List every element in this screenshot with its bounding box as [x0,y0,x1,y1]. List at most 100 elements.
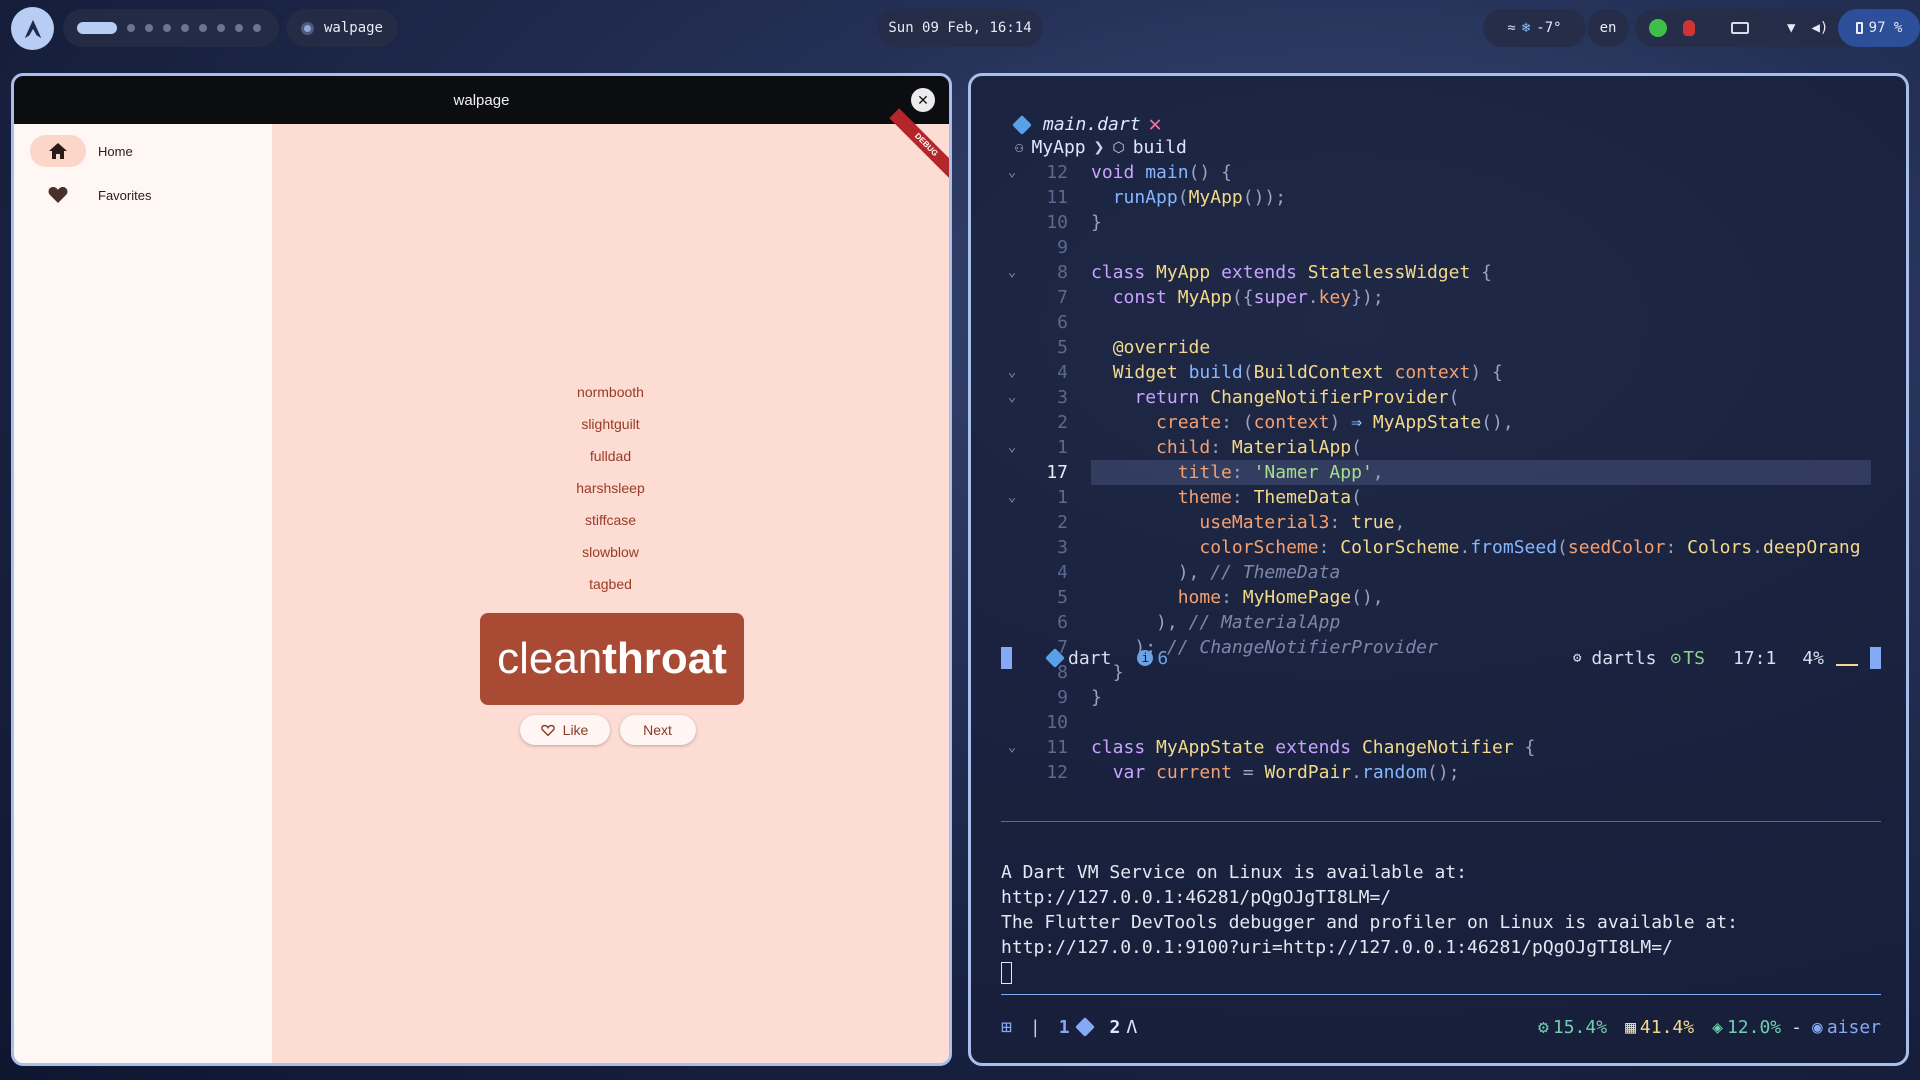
editor-tabline: main.dart ✕ [1012,112,1162,137]
arch-launcher-button[interactable] [11,7,54,50]
line-number: 6 [1057,312,1068,333]
scroll-bar-icon [1836,664,1858,666]
fold-icon [1001,610,1023,635]
layout-icon[interactable]: ⊞ [1001,1017,1012,1038]
line-number: 9 [1057,687,1068,708]
close-tab-icon[interactable]: ✕ [1149,112,1162,137]
workspace-dot[interactable] [163,24,171,32]
workspace-dot[interactable] [199,24,207,32]
workspace-dot[interactable] [145,24,153,32]
user-label: aiser [1826,1016,1881,1038]
fold-icon [1001,760,1023,785]
close-icon: ✕ [917,91,929,108]
fold-icon[interactable]: ⌄ [1001,160,1023,185]
fold-icon [1001,535,1023,560]
like-button[interactable]: Like [519,715,610,745]
user-icon: ◉ [1811,1016,1823,1038]
fold-icon[interactable]: ⌄ [1001,385,1023,410]
tmux-statusbar: ⊞ | 1 2 Λ ⚙ 15.4% ▦ 41.4% ◈ 12.0% - ◉ ai… [1001,1013,1881,1041]
method-icon: ⬡ [1112,139,1125,156]
wifi-icon[interactable]: ▼ [1787,20,1795,36]
window-titlebar[interactable]: walpage ✕ [14,76,949,124]
line-number: 10 [1046,212,1068,233]
clock[interactable]: Sun 09 Feb, 16:14 [877,9,1043,47]
arch-logo-icon [24,19,41,38]
fold-icon[interactable]: ⌄ [1001,435,1023,460]
line-number: 5 [1057,587,1068,608]
workspace-dot[interactable] [217,24,225,32]
temperature-label: -7° [1536,20,1562,36]
code-line: ⌄ 11 class MyAppState extends ChangeNotifi… [1001,735,1906,760]
statusline-divider [1001,821,1881,822]
word-pair-second: throat [602,634,727,683]
battery-indicator[interactable]: 97 % [1838,9,1920,47]
history-item: slowblow [582,544,639,560]
app-icon [300,21,314,35]
language-label: en [1599,20,1617,36]
next-button[interactable]: Next [619,715,696,745]
word-pair-first: clean [497,634,603,683]
nav-label-home: Home [98,143,133,159]
active-window-indicator[interactable]: walpage [286,9,398,47]
tray-app-icon[interactable] [1649,19,1667,37]
workspace-dot[interactable] [127,24,135,32]
workspace-indicator[interactable] [63,9,279,47]
treesitter-icon: ⊙ [1670,647,1682,669]
diagnostics-count[interactable]: 6 [1157,648,1168,669]
home-icon [49,143,67,159]
output-line-cursor[interactable] [1001,960,1901,985]
nav-item-favorites[interactable]: Favorites [30,178,272,212]
tux-icon[interactable] [1683,20,1695,36]
fold-icon [1001,710,1023,735]
terminal-window[interactable]: main.dart ✕ ⚇ MyApp ❯ ⬡ build ⌄ 12 void ma… [968,73,1909,1066]
word-pair-card: clean throat [480,613,744,705]
lsp-label: dartls [1591,647,1657,669]
breadcrumb-method[interactable]: build [1133,137,1187,158]
workspace-dot[interactable] [235,24,243,32]
output-line[interactable]: http://127.0.0.1:46281/pQgOJgTI8LM=/ [1001,885,1901,910]
keyboard-icon[interactable] [1731,22,1749,34]
window-1-label[interactable]: 1 [1059,1017,1070,1038]
file-tab-label[interactable]: main.dart [1043,114,1141,135]
tmux-divider [1001,994,1881,995]
history-item: harshsleep [576,480,645,496]
fold-icon[interactable]: ⌄ [1001,485,1023,510]
code-line: 2 useMaterial3: true, [1001,510,1906,535]
fold-icon[interactable]: ⌄ [1001,360,1023,385]
workspace-dot[interactable] [181,24,189,32]
active-app-label: walpage [323,20,383,36]
output-line[interactable]: http://127.0.0.1:9100?uri=http://127.0.0… [1001,935,1901,960]
code-line: 3 colorScheme: ColorScheme.fromSeed(seed… [1001,535,1906,560]
breadcrumb: ⚇ MyApp ❯ ⬡ build [1015,137,1187,158]
breadcrumb-class[interactable]: MyApp [1031,137,1085,158]
workspace-dot[interactable] [253,24,261,32]
code-line: ⌄ 12 void main() { [1001,160,1906,185]
nav-item-home[interactable]: Home [30,134,272,168]
code-line: 5 @override [1001,335,1906,360]
fold-icon[interactable]: ⌄ [1001,260,1023,285]
terminal-output[interactable]: A Dart VM Service on Linux is available … [1001,860,1901,985]
line-number: 1 [1057,487,1068,508]
code-line: 9 [1001,235,1906,260]
heart-outline-icon [540,724,555,736]
history-list: normbooth slightguilt fulldad harshsleep… [272,376,949,600]
battery-icon [1855,22,1863,34]
fold-icon [1001,460,1023,485]
code-line: ⌄ 1 child: MaterialApp( [1001,435,1906,460]
app-body: Home Favorites DEBUG normbooth slightgui… [14,108,949,1063]
keyboard-layout[interactable]: en [1587,9,1629,47]
fold-icon[interactable]: ⌄ [1001,735,1023,760]
code-line: ⌄ 4 Widget build(BuildContext context) { [1001,360,1906,385]
close-button[interactable]: ✕ [911,88,935,112]
workspace-active[interactable] [77,22,117,34]
clock-label: Sun 09 Feb, 16:14 [888,20,1032,36]
code-line: 6 [1001,310,1906,335]
fold-icon [1001,410,1023,435]
window-2-label[interactable]: 2 [1110,1017,1121,1038]
code-line: 6 ), // MaterialApp [1001,610,1906,635]
code-line: ⌄ 3 return ChangeNotifierProvider( [1001,385,1906,410]
code-editor[interactable]: ⌄ 12 void main() { 11 runApp(MyApp()); 10}… [1001,160,1906,785]
navigation-rail: Home Favorites [14,124,272,1063]
volume-icon[interactable]: ◀) [1811,20,1828,36]
weather-widget[interactable]: ≈ ❄ -7° [1483,9,1586,47]
